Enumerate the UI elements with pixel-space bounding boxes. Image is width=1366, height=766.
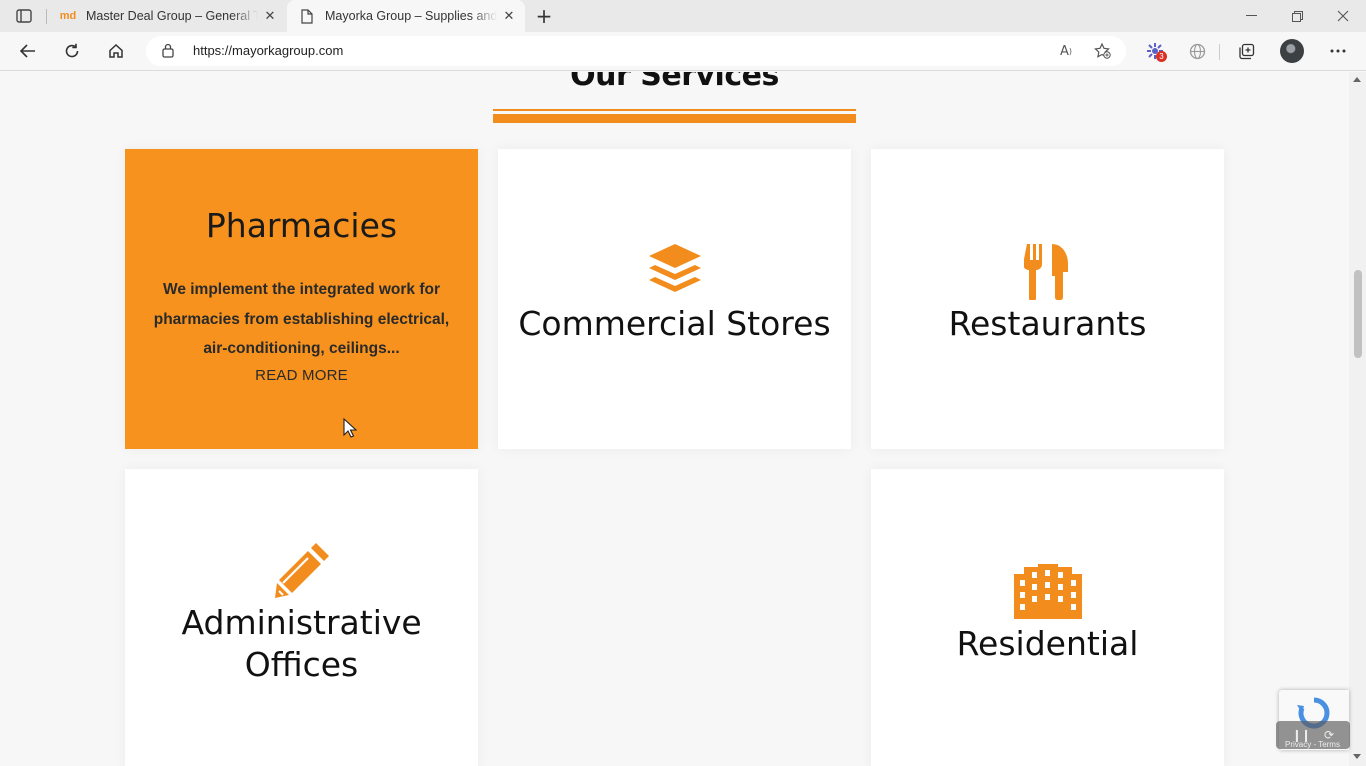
close-tab-icon[interactable]: ✕ bbox=[260, 6, 280, 26]
service-card-residential[interactable]: Residential bbox=[871, 469, 1224, 766]
lock-icon[interactable] bbox=[162, 43, 174, 62]
md-favicon-icon: md bbox=[59, 10, 77, 22]
section-title: Our Services bbox=[570, 72, 779, 93]
add-favorite-icon[interactable] bbox=[1090, 41, 1114, 61]
service-card-administrative-offices[interactable]: Administrative Offices bbox=[125, 469, 478, 766]
service-card-pharmacies[interactable]: Pharmacies We implement the integrated w… bbox=[125, 149, 478, 449]
page-scrollbar[interactable] bbox=[1349, 72, 1366, 766]
tab-actions-icon[interactable] bbox=[10, 6, 38, 26]
recaptcha-links[interactable]: Privacy - Terms bbox=[1285, 740, 1340, 749]
service-card-commercial-stores[interactable]: Commercial Stores bbox=[498, 149, 851, 449]
page-icon bbox=[299, 8, 315, 24]
profile-avatar[interactable] bbox=[1280, 39, 1304, 63]
close-tab-icon[interactable]: ✕ bbox=[499, 6, 519, 26]
address-bar[interactable]: https://mayorkagroup.com A) bbox=[146, 36, 1126, 66]
service-name: Pharmacies bbox=[205, 206, 398, 245]
restore-icon[interactable] bbox=[1274, 0, 1320, 32]
new-tab-button[interactable]: + bbox=[533, 4, 555, 28]
toolbar-divider bbox=[1219, 44, 1220, 60]
title-underline-thin bbox=[493, 109, 856, 111]
more-options-icon[interactable] bbox=[1323, 37, 1353, 65]
scrollbar-thumb[interactable] bbox=[1354, 270, 1362, 358]
browser-tab-strip: md Master Deal Group – General Tra ✕ May… bbox=[0, 0, 1366, 32]
service-name: Commercial Stores bbox=[518, 304, 831, 343]
tab-title: Mayorka Group – Supplies and C bbox=[325, 9, 497, 23]
tab-title: Master Deal Group – General Tra bbox=[86, 9, 258, 23]
refresh-icon[interactable] bbox=[57, 37, 87, 65]
scroll-up-icon[interactable] bbox=[1353, 77, 1361, 82]
service-name: Residential bbox=[956, 624, 1139, 663]
collections-icon[interactable] bbox=[1231, 37, 1261, 65]
browser-toolbar: https://mayorkagroup.com A) 3 bbox=[0, 32, 1366, 71]
extension-badge: 3 bbox=[1156, 51, 1167, 62]
extension-icon[interactable]: 3 bbox=[1140, 37, 1170, 65]
url-text[interactable]: https://mayorkagroup.com bbox=[193, 43, 343, 58]
mouse-cursor-icon bbox=[343, 417, 358, 442]
service-name: Administrative Offices bbox=[125, 602, 478, 686]
tab-mayorka[interactable]: Mayorka Group – Supplies and C ✕ bbox=[287, 0, 525, 32]
utensils-icon bbox=[871, 242, 1224, 300]
pencil-icon bbox=[125, 541, 478, 599]
tab-separator bbox=[46, 9, 47, 24]
globe-icon[interactable] bbox=[1182, 37, 1212, 65]
service-description: We implement the integrated work for pha… bbox=[153, 281, 450, 357]
scroll-down-icon[interactable] bbox=[1353, 754, 1361, 759]
layers-icon bbox=[498, 242, 851, 298]
service-name-text: Administrative Offices bbox=[181, 603, 422, 684]
building-icon bbox=[871, 563, 1224, 619]
service-name: Restaurants bbox=[948, 304, 1147, 343]
tab-master-deal[interactable]: md Master Deal Group – General Tra ✕ bbox=[48, 0, 284, 32]
home-icon[interactable] bbox=[101, 37, 131, 65]
page-viewport: Our Services Pharmacies We implement the… bbox=[0, 72, 1349, 766]
service-card-restaurants[interactable]: Restaurants bbox=[871, 149, 1224, 449]
back-icon[interactable] bbox=[13, 37, 43, 65]
minimize-icon[interactable] bbox=[1228, 0, 1274, 32]
read-aloud-icon[interactable]: A) bbox=[1054, 41, 1078, 61]
read-more-link[interactable]: READ MORE bbox=[125, 367, 478, 384]
close-window-icon[interactable] bbox=[1320, 0, 1366, 32]
title-underline-thick bbox=[493, 114, 856, 123]
